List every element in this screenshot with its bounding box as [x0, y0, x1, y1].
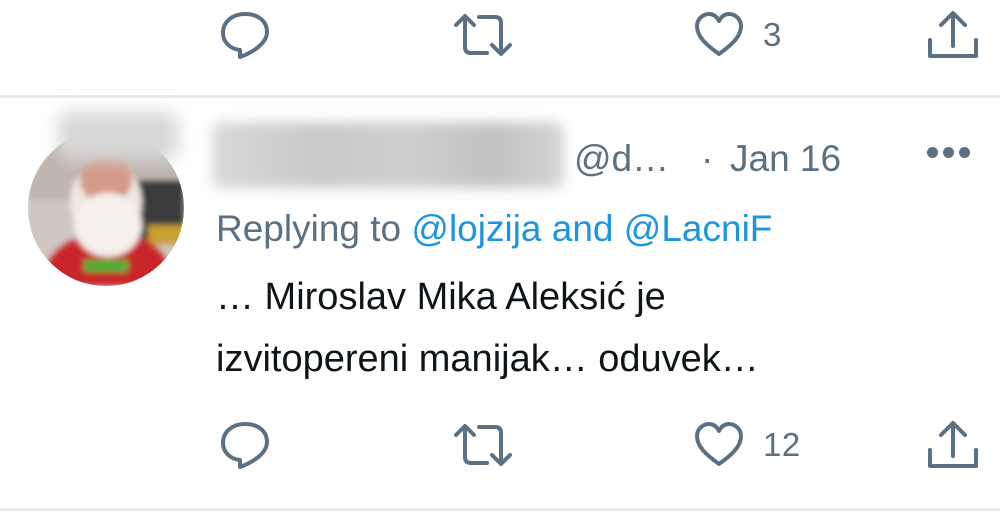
mention-link[interactable]: @lojzija	[411, 208, 541, 249]
reply-button[interactable]	[218, 420, 272, 470]
tweet-divider	[0, 95, 1000, 98]
like-count: 3	[763, 16, 782, 53]
tweet-text: izvitopereni manijak… oduvek…	[216, 338, 759, 380]
share-icon	[925, 8, 981, 62]
reply-icon	[218, 420, 272, 470]
like-button[interactable]: 12	[693, 420, 801, 470]
tweet-divider	[0, 508, 1000, 511]
share-icon	[925, 418, 981, 472]
author-handle[interactable]: @d…	[574, 138, 669, 180]
heart-icon	[693, 10, 745, 60]
more-options-button[interactable]	[927, 147, 970, 158]
tweet-date[interactable]: Jan 16	[730, 138, 841, 180]
separator: ·	[701, 138, 714, 179]
more-icon	[927, 147, 938, 158]
mention-link[interactable]: @LacniF	[624, 208, 773, 249]
like-count: 12	[763, 426, 801, 463]
replying-to: Replying to @lojzija and @LacniF	[216, 208, 772, 250]
retweet-button[interactable]	[452, 10, 514, 60]
heart-icon	[693, 420, 745, 470]
mention-conjunction: and	[551, 208, 614, 249]
retweet-icon	[452, 10, 514, 60]
reply-button[interactable]	[218, 10, 272, 60]
share-button[interactable]	[925, 8, 981, 62]
like-button[interactable]: 3	[693, 10, 782, 60]
retweet-button[interactable]	[452, 420, 514, 470]
tweet-text: … Miroslav Mika Aleksić je	[216, 276, 666, 318]
tweet-thread: 3 @d… · Jan 16 Replying to @lojzija and …	[0, 0, 1000, 532]
retweet-icon	[452, 420, 514, 470]
display-name-redacted	[58, 112, 178, 160]
reply-icon	[218, 10, 272, 60]
share-button[interactable]	[925, 418, 981, 472]
replying-prefix: Replying to	[216, 208, 402, 249]
display-name-redacted[interactable]	[212, 122, 564, 188]
